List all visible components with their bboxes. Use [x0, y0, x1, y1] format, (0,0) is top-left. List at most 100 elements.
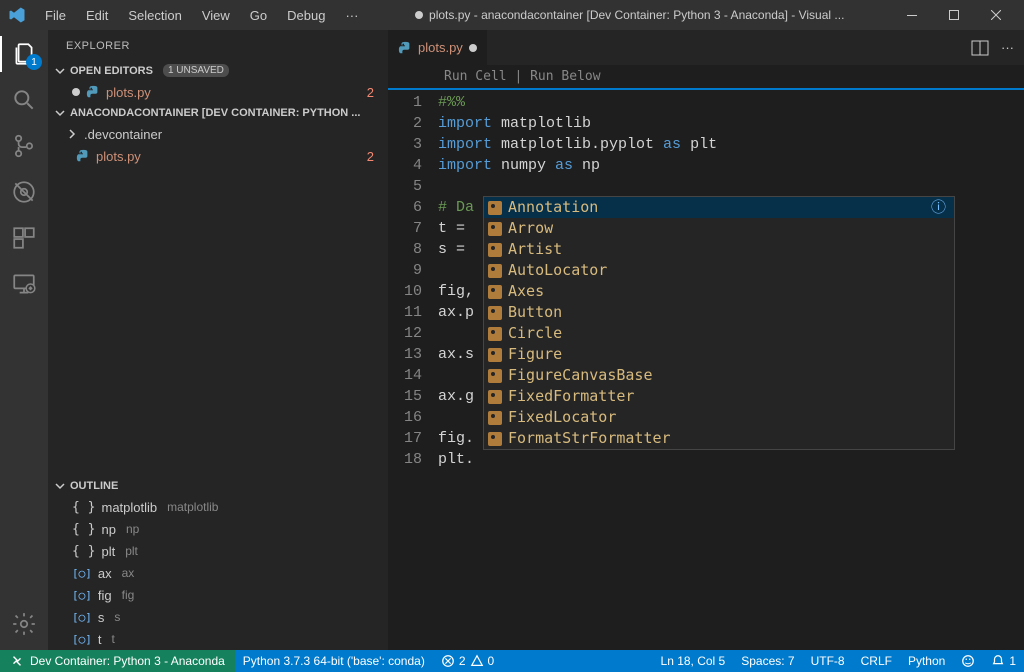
cursor-position[interactable]: Ln 18, Col 5 — [653, 650, 734, 672]
menu-edit[interactable]: Edit — [77, 4, 117, 27]
outline-item[interactable]: { }matplotlibmatplotlib — [48, 496, 388, 518]
menu-view[interactable]: View — [193, 4, 239, 27]
suggestion-item[interactable]: Artist — [484, 239, 954, 260]
suggestion-label: Arrow — [508, 218, 553, 239]
outline-item[interactable]: [◯] axax — [48, 562, 388, 584]
code-editor[interactable]: 123456789101112131415161718 #%%import ma… — [388, 90, 1024, 470]
error-count: 2 — [367, 149, 374, 164]
suggestion-label: FixedFormatter — [508, 386, 634, 407]
source-control-icon[interactable] — [10, 132, 38, 160]
info-icon[interactable]: ⓘ — [931, 197, 946, 218]
suggestion-item[interactable]: Axes — [484, 281, 954, 302]
minimize-button[interactable] — [892, 2, 932, 28]
suggestion-item[interactable]: FigureCanvasBase — [484, 365, 954, 386]
file-item[interactable]: plots.py 2 — [48, 145, 388, 167]
more-actions-icon[interactable]: ··· — [1001, 40, 1014, 55]
suggestion-label: Artist — [508, 239, 562, 260]
workspace-header[interactable]: ANACONDACONTAINER [DEV CONTAINER: PYTHON… — [48, 103, 388, 123]
suggestion-label: FigureCanvasBase — [508, 365, 653, 386]
suggestion-label: Button — [508, 302, 562, 323]
python-interpreter[interactable]: Python 3.7.3 64-bit ('base': conda) — [235, 650, 433, 672]
folder-item[interactable]: .devcontainer — [48, 123, 388, 145]
outline-item[interactable]: [◯]ss — [48, 606, 388, 628]
autocomplete-popup[interactable]: AnnotationⓘArrowArtistAutoLocatorAxesBut… — [483, 196, 955, 450]
outline-sub: ax — [122, 566, 135, 580]
code-line[interactable]: import matplotlib — [438, 113, 1024, 134]
symbol-class-icon — [488, 201, 502, 215]
debug-icon[interactable] — [10, 178, 38, 206]
code-line[interactable]: import matplotlib.pyplot as plt — [438, 134, 1024, 155]
search-icon[interactable] — [10, 86, 38, 114]
modified-dot-icon — [415, 11, 423, 19]
problems-indicator[interactable]: 2 0 — [433, 650, 502, 672]
outline-item[interactable]: { }npnp — [48, 518, 388, 540]
feedback-icon[interactable] — [953, 650, 983, 672]
suggestion-label: Axes — [508, 281, 544, 302]
chevron-down-icon — [54, 480, 66, 492]
settings-gear-icon[interactable] — [10, 610, 38, 638]
run-below-link[interactable]: Run Below — [530, 69, 600, 84]
symbol-class-icon — [488, 390, 502, 404]
window-controls — [892, 2, 1016, 28]
symbol-class-icon — [488, 264, 502, 278]
outline-item[interactable]: [◯]tt — [48, 628, 388, 650]
outline-name: ax — [98, 566, 112, 581]
outline-header[interactable]: OUTLINE — [48, 476, 388, 496]
code-line[interactable] — [438, 176, 1024, 197]
encoding[interactable]: UTF-8 — [803, 650, 853, 672]
extensions-icon[interactable] — [10, 224, 38, 252]
code-line[interactable]: #%% — [438, 92, 1024, 113]
split-editor-icon[interactable] — [971, 39, 989, 57]
variable-icon: [◯] — [72, 567, 92, 580]
suggestion-item[interactable]: Figure — [484, 344, 954, 365]
outline-sub: fig — [122, 588, 135, 602]
code-line[interactable]: plt. — [438, 449, 1024, 470]
unsaved-badge: 1 UNSAVED — [163, 64, 229, 77]
remote-indicator[interactable]: Dev Container: Python 3 - Anaconda — [0, 650, 235, 672]
code-line[interactable]: import numpy as np — [438, 155, 1024, 176]
outline-name: plt — [101, 544, 115, 559]
explorer-icon[interactable]: 1 — [10, 40, 38, 68]
open-editors-header[interactable]: OPEN EDITORS 1 UNSAVED — [48, 60, 388, 81]
outline-name: np — [101, 522, 115, 537]
outline-item[interactable]: { }pltplt — [48, 540, 388, 562]
menu-overflow[interactable]: ··· — [336, 4, 367, 27]
outline-item[interactable]: [◯]figfig — [48, 584, 388, 606]
open-editor-item[interactable]: plots.py 2 — [48, 81, 388, 103]
close-button[interactable] — [976, 2, 1016, 28]
language-mode[interactable]: Python — [900, 650, 953, 672]
notifications-icon[interactable]: 1 — [983, 650, 1024, 672]
remote-icon — [10, 654, 24, 668]
suggestion-item[interactable]: FixedLocator — [484, 407, 954, 428]
suggestion-item[interactable]: Annotationⓘ — [484, 197, 954, 218]
run-cell-link[interactable]: Run Cell — [444, 69, 507, 84]
remote-explorer-icon[interactable] — [10, 270, 38, 298]
namespace-icon: { } — [72, 500, 95, 515]
suggestion-item[interactable]: AutoLocator — [484, 260, 954, 281]
python-file-icon — [76, 149, 90, 163]
suggestion-item[interactable]: FormatStrFormatter — [484, 428, 954, 449]
suggestion-item[interactable]: Arrow — [484, 218, 954, 239]
editor-area: plots.py ··· Run Cell | Run Below 123456… — [388, 30, 1024, 650]
suggestion-item[interactable]: FixedFormatter — [484, 386, 954, 407]
indentation[interactable]: Spaces: 7 — [733, 650, 802, 672]
menu-debug[interactable]: Debug — [278, 4, 334, 27]
symbol-class-icon — [488, 348, 502, 362]
menu-selection[interactable]: Selection — [119, 4, 190, 27]
eol[interactable]: CRLF — [853, 650, 900, 672]
variable-icon: [◯] — [72, 611, 92, 624]
outline-name: fig — [98, 588, 112, 603]
activity-bar: 1 — [0, 30, 48, 650]
symbol-class-icon — [488, 222, 502, 236]
menu-go[interactable]: Go — [241, 4, 276, 27]
error-icon — [441, 654, 455, 668]
outline-name: t — [98, 632, 102, 647]
menu-bar: File Edit Selection View Go Debug ··· — [36, 4, 367, 27]
tab-plots-py[interactable]: plots.py — [388, 30, 488, 65]
suggestion-item[interactable]: Button — [484, 302, 954, 323]
outline-sub: t — [112, 632, 115, 646]
outline-panel: OUTLINE { }matplotlibmatplotlib{ }npnp{ … — [48, 476, 388, 650]
menu-file[interactable]: File — [36, 4, 75, 27]
suggestion-item[interactable]: Circle — [484, 323, 954, 344]
maximize-button[interactable] — [934, 2, 974, 28]
